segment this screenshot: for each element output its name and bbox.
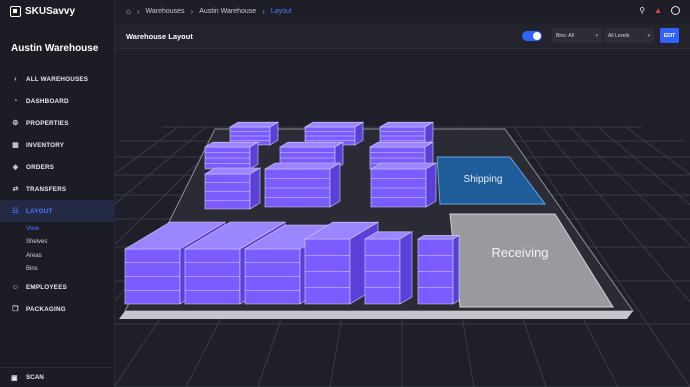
chevron-down-icon: ▾ — [647, 32, 650, 39]
bins-filter-select[interactable]: Bins: All ▾ — [552, 28, 602, 43]
breadcrumb-warehouses[interactable]: Warehouses — [146, 8, 185, 15]
view-3d-toggle[interactable] — [522, 31, 542, 41]
avatar[interactable] — [671, 6, 680, 15]
sidebar-item-label: PROPERTIES — [26, 119, 69, 127]
people-icon: ☺ — [11, 283, 20, 291]
sidebar-sub-areas[interactable]: Areas — [0, 249, 115, 263]
sidebar-item-employees[interactable]: ☺ EMPLOYEES — [0, 276, 115, 298]
sidebar-item-properties[interactable]: ⚙ PROPERTIES — [0, 112, 115, 134]
chevron-right-icon: › — [262, 7, 265, 16]
logo-icon — [10, 6, 21, 17]
grid-line — [597, 126, 690, 206]
sidebar-sub-shelves[interactable]: Shelves — [0, 236, 115, 250]
page-title: Warehouse Layout — [126, 32, 193, 41]
app-name: SKUSavvy — [25, 6, 76, 17]
sidebar-item-label: INVENTORY — [26, 141, 65, 149]
sidebar-item-label: PACKAGING — [26, 305, 66, 313]
levels-filter-select[interactable]: All Levels ▾ — [604, 28, 654, 43]
warehouse-scene: Shipping Receiving — [115, 121, 690, 387]
sidebar-item-dashboard[interactable]: ◔ DASHBOARD — [0, 90, 115, 112]
sidebar-nav: ‹ ALL WAREHOUSES ◔ DASHBOARD ⚙ PROPERTIE… — [0, 68, 115, 320]
chevron-right-icon: › — [136, 7, 140, 16]
warehouse-title: Austin Warehouse — [11, 43, 99, 54]
rack-mid-1[interactable] — [203, 141, 260, 170]
app-logo[interactable]: SKUSavvy — [10, 6, 75, 17]
sidebar-item-label: EMPLOYEES — [26, 283, 67, 291]
chevron-right-icon: › — [190, 7, 194, 16]
sidebar-item-orders[interactable]: ◈ ORDERS — [0, 156, 115, 178]
chevron-down-icon: ▾ — [595, 32, 598, 39]
sidebar-item-label: TRANSFERS — [26, 185, 67, 193]
zone-label-receiving: Receiving — [491, 245, 548, 260]
sidebar: SKUSavvy Austin Warehouse ‹ ALL WAREHOUS… — [0, 0, 115, 387]
layout-icon: ☷ — [12, 208, 19, 215]
box-icon: ❐ — [12, 306, 19, 313]
page-header: Warehouse Layout Bins: All ▾ All Levels … — [115, 23, 690, 49]
sidebar-sub-view[interactable]: View — [0, 222, 115, 236]
home-icon[interactable]: ⌂ — [126, 7, 131, 16]
bins-filter-value: Bins: All — [556, 32, 574, 39]
zone-label-shipping: Shipping — [464, 174, 503, 185]
rack-back-2[interactable] — [303, 121, 365, 146]
warehouse-3d-viewport[interactable]: Shipping Receiving — [115, 49, 690, 387]
sidebar-item-inventory[interactable]: ▦ INVENTORY — [0, 134, 115, 156]
grid-line — [625, 126, 690, 175]
top-actions: ⚲ ▲ — [639, 6, 680, 15]
breadcrumb-layout: Layout — [270, 8, 292, 15]
sidebar-item-transfers[interactable]: ⇄ TRANSFERS — [0, 178, 115, 200]
dashboard-icon: ◔ — [13, 97, 18, 105]
scan-icon: ▣ — [11, 374, 18, 382]
sidebar-item-label: LAYOUT — [26, 207, 53, 215]
sidebar-item-label: ALL WAREHOUSES — [26, 75, 89, 83]
bell-icon[interactable]: ▲ — [654, 6, 662, 15]
sidebar-item-label: DASHBOARD — [26, 97, 69, 105]
rack-front-2[interactable] — [263, 162, 342, 208]
sidebar-item-packaging[interactable]: ❐ PACKAGING — [0, 298, 115, 320]
inventory-icon: ▦ — [12, 142, 19, 149]
levels-filter-value: All Levels — [608, 32, 630, 39]
edit-button[interactable]: EDIT — [660, 28, 679, 43]
transfer-icon: ⇄ — [12, 186, 19, 193]
sidebar-sub-bins[interactable]: Bins — [0, 263, 115, 277]
aisle-6[interactable] — [416, 234, 461, 305]
breadcrumb-austin-warehouse[interactable]: Austin Warehouse — [199, 8, 256, 15]
sidebar-item-layout[interactable]: ☷ LAYOUT — [0, 200, 115, 222]
sidebar-item-all-warehouses[interactable]: ‹ ALL WAREHOUSES — [0, 68, 115, 90]
search-icon[interactable]: ⚲ — [639, 6, 645, 15]
rack-front-1[interactable] — [203, 167, 262, 210]
tag-icon: ◈ — [12, 164, 19, 171]
breadcrumb: ⌂ › Warehouses › Austin Warehouse › Layo… — [115, 0, 690, 23]
scan-label: SCAN — [26, 374, 44, 381]
rack-front-3[interactable] — [369, 162, 438, 208]
rack-back-1[interactable] — [228, 121, 280, 146]
sidebar-item-label: ORDERS — [26, 163, 55, 171]
chevron-left-icon: ‹ — [14, 75, 17, 83]
scan-button[interactable]: ▣ SCAN — [0, 367, 115, 387]
rack-back-3[interactable] — [378, 121, 435, 146]
aisle-5[interactable] — [363, 231, 414, 305]
gear-icon: ⚙ — [12, 120, 19, 127]
